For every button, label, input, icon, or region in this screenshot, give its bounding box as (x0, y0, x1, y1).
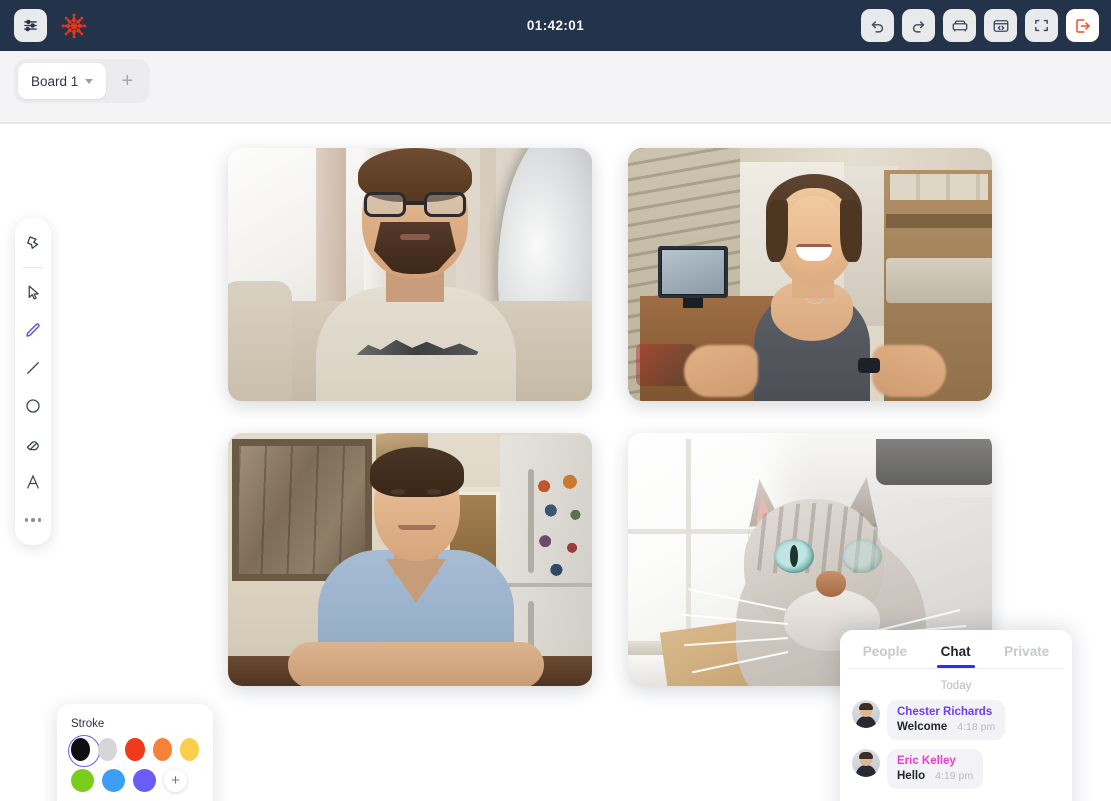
participant-tile-3[interactable] (228, 433, 592, 686)
message-text: Hello (897, 770, 925, 782)
chat-message-incoming-1: Chester Richards Welcome 4:18 pm (840, 700, 1072, 740)
board-tab-label: Board 1 (31, 74, 78, 89)
fullscreen-icon[interactable] (1025, 9, 1058, 42)
meeting-timer: 01:42:01 (527, 18, 584, 33)
settings-sliders-icon[interactable] (14, 9, 47, 42)
message-author: Chester Richards (897, 706, 995, 718)
message-bubble: Chester Richards Welcome 4:18 pm (887, 700, 1005, 740)
chat-message-incoming-2: Eric Kelley Hello 4:19 pm (840, 749, 1072, 789)
stroke-swatch-orange[interactable] (153, 738, 172, 761)
leave-meeting-icon[interactable] (1066, 9, 1099, 42)
text-icon[interactable] (16, 465, 50, 499)
top-bar-left (0, 9, 91, 43)
video-stream-3 (228, 433, 592, 686)
whiteboard-canvas[interactable]: Stroke + Size 3 (0, 124, 1111, 801)
lasso-icon[interactable] (16, 226, 50, 260)
tab-chat[interactable]: Chat (941, 644, 971, 668)
stroke-swatch-row-2: + (71, 769, 199, 792)
eraser-icon[interactable] (16, 427, 50, 461)
stroke-swatch-black[interactable] (71, 738, 90, 761)
board-tab-strip: Board 1 + (0, 51, 1111, 124)
chat-tab-bar: People Chat Private (840, 630, 1072, 668)
drawing-toolbar (15, 218, 51, 545)
stroke-swatch-purple[interactable] (133, 769, 156, 792)
message-line: Hello 4:19 pm (897, 770, 973, 782)
chevron-down-icon[interactable] (85, 79, 93, 84)
add-board-button[interactable]: + (108, 63, 146, 99)
more-tools-icon[interactable] (16, 503, 50, 537)
video-stream-1 (228, 148, 592, 401)
top-bar: 01:42:01 (0, 0, 1111, 51)
board-tab-group: Board 1 + (14, 59, 150, 103)
embed-code-icon[interactable] (984, 9, 1017, 42)
chat-panel: People Chat Private Today Chester Richar… (840, 630, 1072, 801)
avatar (852, 700, 880, 728)
message-author: Eric Kelley (897, 755, 973, 767)
board-tab-board-1[interactable]: Board 1 (18, 63, 106, 99)
tab-people[interactable]: People (863, 644, 907, 668)
stroke-swatch-blue[interactable] (102, 769, 125, 792)
avatar (852, 749, 880, 777)
stroke-label: Stroke (71, 718, 199, 730)
cursor-icon[interactable] (16, 275, 50, 309)
color-panel: Stroke + Size 3 (57, 704, 213, 801)
stroke-swatch-yellow[interactable] (180, 738, 199, 761)
whiteboard-meeting-app: 01:42:01 (0, 0, 1111, 801)
pencil-icon[interactable] (16, 313, 50, 347)
add-stroke-color-button[interactable]: + (164, 769, 187, 792)
message-bubble: Eric Kelley Hello 4:19 pm (887, 749, 983, 789)
lounge-sofa-icon[interactable] (943, 9, 976, 42)
redo-icon[interactable] (902, 9, 935, 42)
participant-tile-1[interactable] (228, 148, 592, 401)
tab-private[interactable]: Private (1004, 644, 1049, 668)
video-stream-2 (628, 148, 992, 401)
stroke-swatch-red[interactable] (125, 738, 144, 761)
message-line: Welcome 4:18 pm (897, 721, 995, 733)
line-icon[interactable] (16, 351, 50, 385)
ellipse-icon[interactable] (16, 389, 50, 423)
message-time: 4:18 pm (957, 721, 995, 733)
chat-tab-divider (848, 668, 1064, 669)
stroke-swatch-row-1 (71, 738, 199, 761)
stroke-swatch-grey[interactable] (98, 738, 117, 761)
chat-day-divider: Today (840, 680, 1072, 692)
snowflake-logo-icon (57, 9, 91, 43)
message-time: 4:19 pm (935, 770, 973, 782)
participant-tile-2[interactable] (628, 148, 992, 401)
toolbar-divider (23, 267, 43, 268)
stroke-swatch-green[interactable] (71, 769, 94, 792)
message-text: Welcome (897, 721, 947, 733)
undo-icon[interactable] (861, 9, 894, 42)
top-bar-actions (861, 0, 1099, 51)
